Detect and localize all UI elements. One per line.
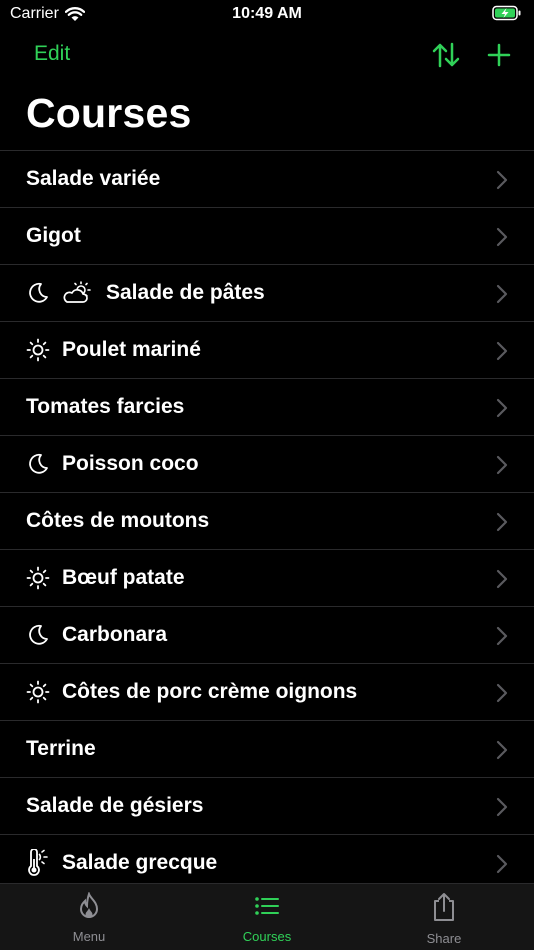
flame-icon — [79, 891, 99, 918]
plus-icon — [487, 43, 511, 67]
course-label: Gigot — [26, 224, 81, 247]
sun-icon — [26, 680, 50, 704]
status-bar: Carrier 10:49 AM — [0, 0, 534, 28]
sun-icon — [26, 338, 50, 362]
list-icon — [255, 897, 279, 915]
chevron — [496, 398, 508, 423]
course-row[interactable]: Gigot — [0, 207, 534, 264]
course-row[interactable]: Côtes de porc crème oignons — [0, 663, 534, 720]
course-label: Salade de gésiers — [26, 794, 204, 817]
course-label: Côtes de porc crème oignons — [62, 680, 358, 703]
chevron — [496, 170, 508, 195]
chevron-right-icon — [496, 227, 508, 247]
tab-courses[interactable]: Courses — [207, 892, 327, 944]
chevron-right-icon — [496, 455, 508, 475]
sort-button[interactable] — [432, 42, 460, 73]
edit-button[interactable]: Edit — [34, 42, 70, 66]
course-row-icons — [26, 680, 50, 704]
course-label: Bœuf patate — [62, 566, 185, 589]
course-row[interactable]: Bœuf patate — [0, 549, 534, 606]
thermometer-sun-icon — [26, 849, 50, 877]
status-time: 10:49 AM — [232, 5, 302, 22]
course-label: Terrine — [26, 737, 96, 760]
course-label: Salade grecque — [62, 851, 218, 874]
chevron-right-icon — [496, 797, 508, 817]
share-icon — [434, 893, 454, 921]
tab-share[interactable]: Share — [384, 892, 504, 946]
chevron — [496, 569, 508, 594]
course-label: Poisson coco — [62, 452, 199, 475]
course-row[interactable]: Salade variée — [0, 150, 534, 207]
sun-icon — [26, 566, 50, 590]
moon-icon — [26, 452, 50, 476]
chevron — [496, 227, 508, 252]
chevron-right-icon — [496, 683, 508, 703]
chevron — [496, 341, 508, 366]
course-label: Côtes de moutons — [26, 509, 210, 532]
course-row-icons — [26, 452, 50, 476]
chevron — [496, 455, 508, 480]
page-title: Courses — [26, 90, 192, 136]
course-label: Salade variée — [26, 167, 161, 190]
tab-share-label: Share — [426, 931, 462, 946]
course-row-icons — [26, 338, 50, 362]
course-label: Poulet mariné — [62, 338, 201, 361]
courses-list: Salade variée Gigot Salade de pâtes Poulet … — [0, 150, 534, 891]
tab-menu[interactable]: Menu — [29, 891, 149, 944]
chevron-right-icon — [496, 512, 508, 532]
course-row[interactable]: Poulet mariné — [0, 321, 534, 378]
chevron-right-icon — [496, 398, 508, 418]
chevron-right-icon — [496, 740, 508, 760]
moon-icon — [26, 623, 50, 647]
chevron — [496, 512, 508, 537]
course-row[interactable]: Salade de pâtes — [0, 264, 534, 321]
course-label: Carbonara — [62, 623, 168, 646]
chevron-right-icon — [496, 854, 508, 874]
course-row-icons — [26, 566, 50, 590]
course-label: Salade de pâtes — [106, 281, 265, 304]
chevron — [496, 284, 508, 309]
chevron — [496, 683, 508, 708]
chevron-right-icon — [496, 626, 508, 646]
moon-icon — [26, 281, 50, 305]
chevron — [496, 797, 508, 822]
course-row[interactable]: Carbonara — [0, 606, 534, 663]
tab-menu-label: Menu — [72, 929, 106, 944]
course-row[interactable]: Terrine — [0, 720, 534, 777]
course-row-icons — [26, 623, 50, 647]
chevron — [496, 854, 508, 879]
nav-bar: Edit — [0, 36, 534, 76]
course-label: Tomates farcies — [26, 395, 185, 418]
course-row[interactable]: Tomates farcies — [0, 378, 534, 435]
course-row[interactable]: Côtes de moutons — [0, 492, 534, 549]
partly-sunny-icon — [60, 281, 94, 305]
course-row[interactable]: Poisson coco — [0, 435, 534, 492]
course-row[interactable]: Salade de gésiers — [0, 777, 534, 834]
chevron — [496, 626, 508, 651]
chevron-right-icon — [496, 569, 508, 589]
chevron-right-icon — [496, 170, 508, 190]
chevron-right-icon — [496, 341, 508, 361]
sort-arrows-icon — [432, 42, 460, 68]
tab-bar: Menu Courses Share — [0, 883, 534, 950]
course-row-icons — [26, 281, 94, 305]
battery-charging-icon — [492, 5, 521, 21]
course-row-icons — [26, 849, 50, 877]
chevron-right-icon — [496, 284, 508, 304]
chevron — [496, 740, 508, 765]
add-button[interactable] — [486, 42, 512, 73]
tab-courses-label: Courses — [242, 929, 292, 944]
